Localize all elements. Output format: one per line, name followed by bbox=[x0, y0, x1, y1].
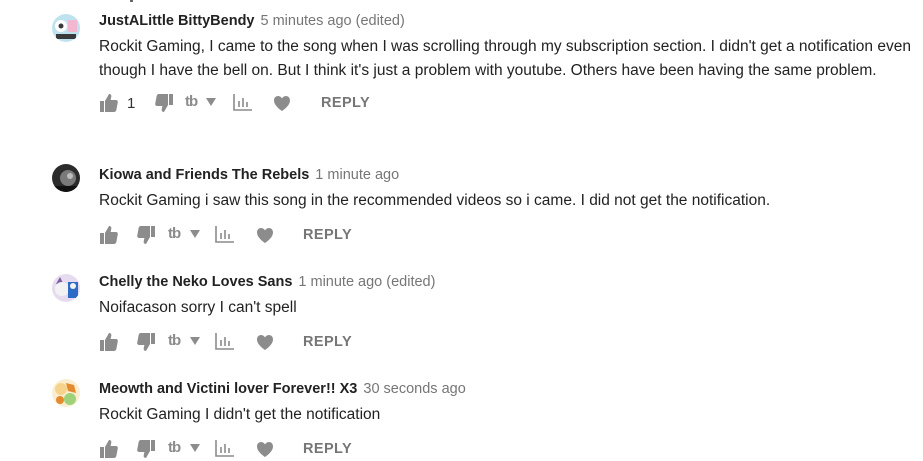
heart-icon[interactable] bbox=[255, 439, 275, 459]
tag-icon[interactable]: tb bbox=[168, 332, 181, 349]
tag-icon[interactable]: tb bbox=[185, 93, 198, 110]
avatar[interactable] bbox=[52, 14, 80, 42]
reply-button[interactable]: REPLY bbox=[303, 441, 352, 457]
cartoon-avatar-icon bbox=[52, 14, 80, 42]
comment-timestamp[interactable]: 1 minute ago bbox=[315, 167, 399, 183]
comment-text: Rockit Gaming I didn't get the notificat… bbox=[99, 406, 381, 423]
thumbs-down-icon[interactable] bbox=[136, 439, 156, 459]
reply-button[interactable]: REPLY bbox=[303, 227, 352, 243]
triangle-down-icon[interactable] bbox=[189, 229, 201, 239]
stats-chart-icon[interactable] bbox=[215, 439, 235, 457]
heart-icon[interactable] bbox=[255, 332, 275, 352]
comment-author[interactable]: Meowth and Victini lover Forever!! X3 bbox=[99, 381, 357, 397]
reply-button[interactable]: REPLY bbox=[321, 95, 370, 111]
previous-comment-sliver bbox=[130, 0, 133, 2]
tag-icon[interactable]: tb bbox=[168, 225, 181, 242]
comment-text: Rockit Gaming i saw this song in the rec… bbox=[99, 192, 771, 209]
neko-avatar-icon bbox=[52, 274, 80, 302]
thumbs-up-icon[interactable] bbox=[99, 93, 119, 113]
triangle-down-icon[interactable] bbox=[189, 336, 201, 346]
comment-author[interactable]: Kiowa and Friends The Rebels bbox=[99, 167, 309, 183]
stats-chart-icon[interactable] bbox=[215, 225, 235, 243]
comment-actions: tb REPLY bbox=[99, 439, 911, 461]
triangle-down-icon[interactable] bbox=[205, 97, 217, 107]
dark-photo-avatar-icon bbox=[52, 164, 80, 192]
comment-timestamp[interactable]: 30 seconds ago bbox=[363, 381, 465, 397]
thumbs-up-icon[interactable] bbox=[99, 439, 119, 459]
stats-chart-icon[interactable] bbox=[233, 93, 253, 111]
stats-chart-icon[interactable] bbox=[215, 332, 235, 350]
tag-icon[interactable]: tb bbox=[168, 439, 181, 456]
comment-timestamp[interactable]: 5 minutes ago (edited) bbox=[261, 13, 405, 29]
heart-icon[interactable] bbox=[255, 225, 275, 245]
comment-actions: tb REPLY bbox=[99, 332, 911, 354]
comment-text: Noifacason sorry I can't spell bbox=[99, 299, 297, 316]
comment-actions: tb REPLY bbox=[99, 225, 911, 247]
comment-author[interactable]: JustALittle BittyBendy bbox=[99, 13, 255, 29]
avatar[interactable] bbox=[52, 164, 80, 192]
comment-author[interactable]: Chelly the Neko Loves Sans bbox=[99, 274, 292, 290]
reply-button[interactable]: REPLY bbox=[303, 334, 352, 350]
thumbs-down-icon[interactable] bbox=[136, 332, 156, 352]
avatar[interactable] bbox=[52, 274, 80, 302]
heart-icon[interactable] bbox=[272, 93, 292, 113]
thumbs-up-icon[interactable] bbox=[99, 332, 119, 352]
avatar[interactable] bbox=[52, 379, 80, 407]
like-count: 1 bbox=[127, 95, 136, 112]
thumbs-down-icon[interactable] bbox=[136, 225, 156, 245]
thumbs-down-icon[interactable] bbox=[154, 93, 174, 113]
pokemon-avatar-icon bbox=[52, 379, 80, 407]
thumbs-up-icon[interactable] bbox=[99, 225, 119, 245]
comment-actions: 1 tb REPLY bbox=[99, 93, 911, 115]
comment-timestamp[interactable]: 1 minute ago (edited) bbox=[298, 274, 435, 290]
comment-text: Rockit Gaming, I came to the song when I… bbox=[99, 38, 911, 79]
